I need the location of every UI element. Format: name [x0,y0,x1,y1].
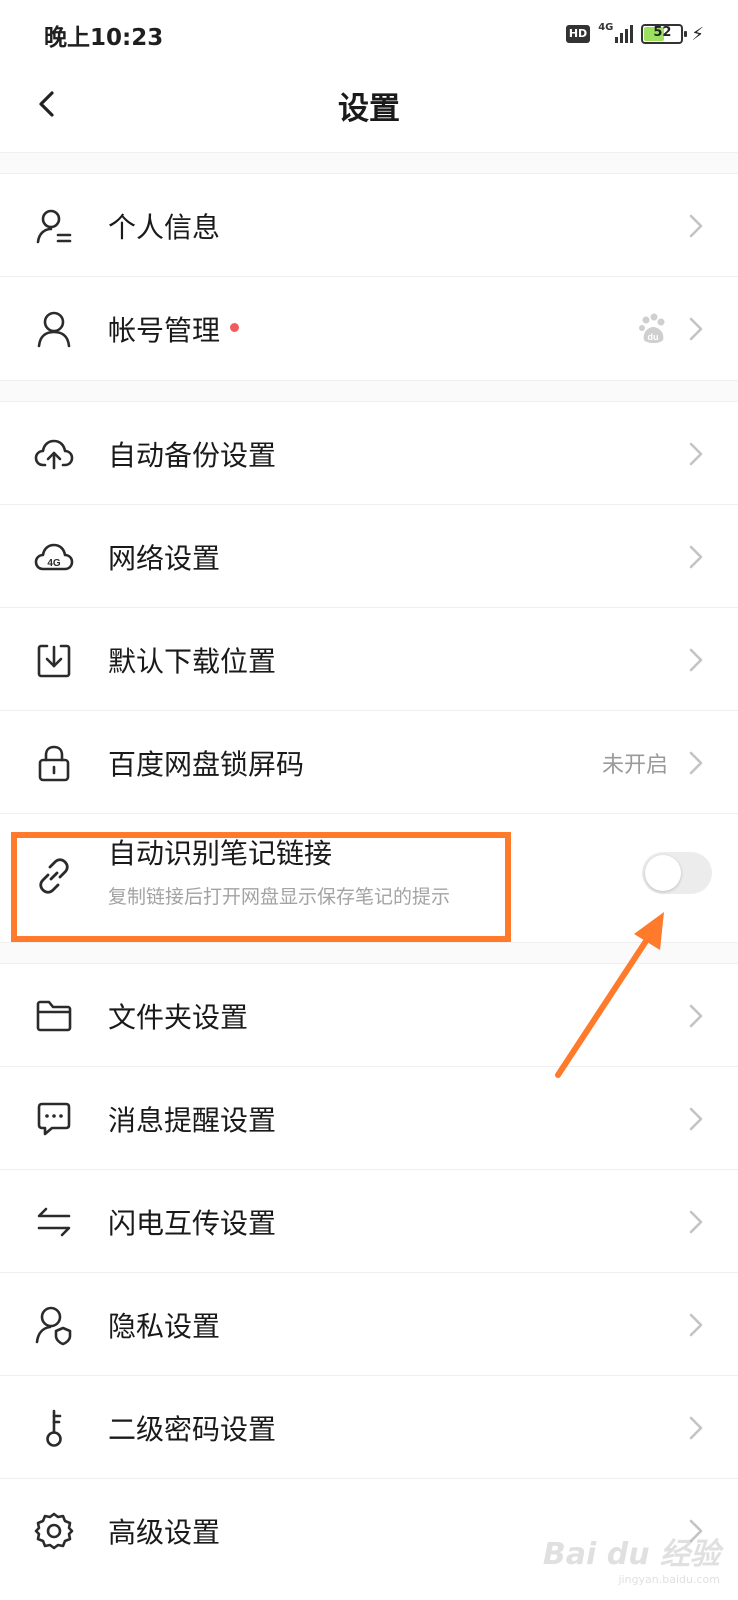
status-icons: HD 4G 52 ⚡ [565,20,704,48]
settings-item-label: 高级设置 [108,1515,221,1549]
settings-item-lock-code[interactable]: 百度网盘锁屏码 未开启 [0,711,738,814]
note-link-toggle[interactable] [642,852,712,894]
section-divider [0,942,738,964]
settings-item-secondary-password[interactable]: 二级密码设置 [0,1376,738,1479]
section-divider [0,152,738,174]
settings-item-folder[interactable]: 文件夹设置 [0,964,738,1067]
chevron-right-icon [689,317,703,340]
settings-item-label: 二级密码设置 [108,1412,277,1446]
download-box-icon [32,638,76,682]
person-icon [32,307,76,351]
chevron-right-icon [689,1107,703,1130]
baidu-jingyan-watermark: Bai du 经验 jingyan.baidu.com [543,1529,720,1586]
cloud-upload-icon [32,432,76,476]
svg-text:4G: 4G [47,558,61,569]
chevron-right-icon [689,214,703,237]
chevron-right-icon [689,442,703,465]
chevron-right-icon [689,648,703,671]
settings-item-subtitle: 复制链接后打开网盘显示保存笔记的提示 [108,886,451,908]
settings-item-note-link-detect: 自动识别笔记链接 复制链接后打开网盘显示保存笔记的提示 [0,814,738,937]
settings-item-message-reminder[interactable]: 消息提醒设置 [0,1067,738,1170]
folder-icon [32,994,76,1038]
settings-item-label: 帐号管理 [108,313,221,347]
signal-icon: 4G [598,22,634,43]
settings-item-personal-info[interactable]: 个人信息 [0,174,738,277]
lock-status-value: 未开启 [601,752,668,778]
settings-item-label: 消息提醒设置 [108,1103,277,1137]
settings-item-label: 文件夹设置 [108,1000,249,1034]
settings-item-network[interactable]: 4G 网络设置 [0,505,738,608]
chevron-right-icon [689,545,703,568]
gear-icon [32,1509,76,1553]
cloud-4g-icon: 4G [32,535,76,579]
link-icon [32,854,76,898]
settings-item-label: 自动备份设置 [108,438,277,472]
settings-item-label: 隐私设置 [108,1309,221,1343]
network-type: 4G [598,22,614,33]
lock-icon [32,741,76,785]
settings-item-label: 百度网盘锁屏码 [108,747,305,781]
privacy-shield-icon [32,1303,76,1347]
toggle-knob [645,855,681,891]
key-icon [32,1406,76,1450]
hd-badge: HD [565,25,591,43]
nav-header: 设置 [0,68,738,140]
settings-item-auto-backup[interactable]: 自动备份设置 [0,402,738,505]
status-time: 晚上10:23 [44,25,164,51]
settings-item-privacy[interactable]: 隐私设置 [0,1273,738,1376]
chevron-right-icon [689,1210,703,1233]
chevron-right-icon [689,1416,703,1439]
settings-item-label: 默认下载位置 [108,644,277,678]
status-bar: 晚上10:23 HD 4G 52 ⚡ [0,0,738,68]
svg-text:du: du [648,332,659,342]
watermark-sub: jingyan.baidu.com [618,1573,720,1586]
settings-item-label: 网络设置 [108,541,221,575]
message-icon [32,1097,76,1141]
page-title: 设置 [338,91,400,127]
settings-item-label: 闪电互传设置 [108,1206,277,1240]
settings-item-account[interactable]: 帐号管理 du [0,277,738,380]
chevron-right-icon [689,1313,703,1336]
settings-item-download-location[interactable]: 默认下载位置 [0,608,738,711]
settings-item-label: 个人信息 [108,210,221,244]
chevron-right-icon [689,751,703,774]
battery-level: 52 [653,25,672,40]
watermark-main: Bai du 经验 [542,1537,720,1572]
battery-icon: 52 [641,24,688,44]
charging-icon: ⚡ [691,23,704,45]
person-card-icon [32,204,76,248]
transfer-arrows-icon [32,1200,76,1244]
baidu-paw-icon: du [639,313,665,343]
settings-item-flash-transfer[interactable]: 闪电互传设置 [0,1170,738,1273]
chevron-right-icon [689,1004,703,1027]
section-divider [0,380,738,402]
settings-item-label: 自动识别笔记链接 [108,837,333,870]
notification-dot [230,323,240,332]
